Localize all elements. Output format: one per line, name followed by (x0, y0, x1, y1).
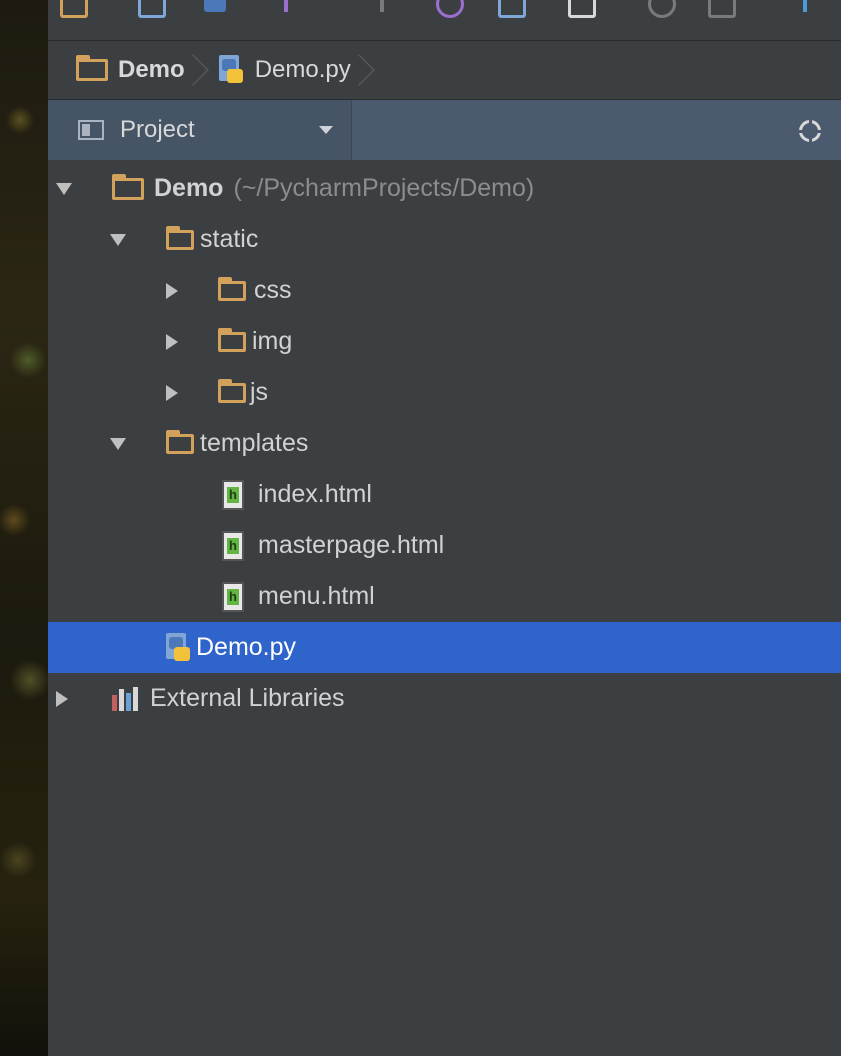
find-icon[interactable] (648, 0, 676, 18)
tree-item-label: index.html (258, 480, 372, 508)
paste-icon[interactable] (568, 0, 596, 18)
library-icon (112, 686, 138, 711)
python-file-icon (218, 55, 245, 85)
copy-icon[interactable] (498, 0, 526, 18)
redo-icon[interactable] (358, 0, 384, 12)
desktop-background (0, 0, 48, 1056)
chevron-right-icon[interactable] (166, 384, 178, 401)
tree-item-label: Demo.py (196, 633, 297, 661)
tree-item-css[interactable]: css (48, 265, 841, 316)
breadcrumb-label: Demo.py (254, 56, 351, 83)
chevron-right-icon[interactable] (56, 690, 68, 707)
cut-icon[interactable] (436, 0, 464, 18)
expand-arrow-icon[interactable] (110, 437, 126, 450)
chevron-right-icon[interactable] (166, 282, 178, 299)
python-file-icon (166, 632, 192, 663)
tree-item-path: (~/PycharmProjects/Demo) (233, 174, 535, 202)
replace-icon[interactable] (708, 0, 736, 18)
folder-icon (166, 429, 194, 454)
folder-icon (218, 276, 246, 301)
tree-item-masterpage-html[interactable]: h masterpage.html (48, 520, 841, 571)
tree-item-menu-html[interactable]: h menu.html (48, 571, 841, 622)
html-file-icon: h (222, 530, 244, 561)
project-tree: Demo (~/PycharmProjects/Demo) static css… (48, 163, 841, 724)
folder-icon (76, 55, 108, 81)
tree-item-label: js (250, 378, 269, 406)
ide-window: Demo Demo.py Project Demo (~/PycharmProj… (48, 0, 841, 1056)
folder-icon (218, 327, 246, 352)
chevron-right-icon[interactable] (166, 333, 178, 350)
tree-item-index-html[interactable]: h index.html (48, 469, 841, 520)
tree-item-label: img (252, 327, 293, 355)
tree-item-img[interactable]: img (48, 316, 841, 367)
undo-icon[interactable] (284, 0, 310, 12)
chevron-down-icon (319, 126, 333, 134)
tree-item-demo[interactable]: Demo (~/PycharmProjects/Demo) (48, 163, 841, 214)
tree-item-external-libraries[interactable]: External Libraries (48, 673, 841, 724)
breadcrumb-item-demo[interactable]: Demo (48, 50, 209, 90)
project-view-label: Project (120, 116, 195, 143)
project-view-selector[interactable]: Project (48, 100, 352, 160)
main-toolbar (48, 0, 841, 41)
tree-item-label: css (254, 276, 292, 304)
back-icon[interactable] (803, 0, 829, 12)
folder-icon (166, 225, 194, 250)
breadcrumb-label: Demo (118, 56, 185, 83)
html-file-icon: h (222, 479, 244, 510)
tree-item-js[interactable]: js (48, 367, 841, 418)
save-icon[interactable] (138, 0, 166, 18)
tree-item-label: External Libraries (150, 684, 345, 712)
project-view-header: Project (48, 100, 841, 160)
tree-item-label: Demo (154, 174, 224, 202)
breadcrumb: Demo Demo.py (48, 41, 841, 100)
sync-icon[interactable] (204, 0, 226, 12)
breadcrumb-item-demo-py[interactable]: Demo.py (201, 50, 375, 90)
tree-item-templates[interactable]: templates (48, 418, 841, 469)
crosshair-icon[interactable] (799, 120, 821, 142)
project-view-icon (78, 120, 104, 140)
html-file-icon: h (222, 581, 244, 612)
tree-item-label: masterpage.html (258, 531, 445, 559)
tree-item-demo-py[interactable]: Demo.py (48, 622, 841, 673)
folder-icon (218, 378, 246, 403)
tree-item-static[interactable]: static (48, 214, 841, 265)
tree-item-label: templates (200, 429, 309, 457)
expand-arrow-icon[interactable] (56, 182, 72, 195)
folder-icon (112, 173, 144, 200)
expand-arrow-icon[interactable] (110, 233, 126, 246)
open-folder-icon[interactable] (60, 0, 88, 18)
tree-item-label: menu.html (258, 582, 375, 610)
tree-item-label: static (200, 225, 259, 253)
